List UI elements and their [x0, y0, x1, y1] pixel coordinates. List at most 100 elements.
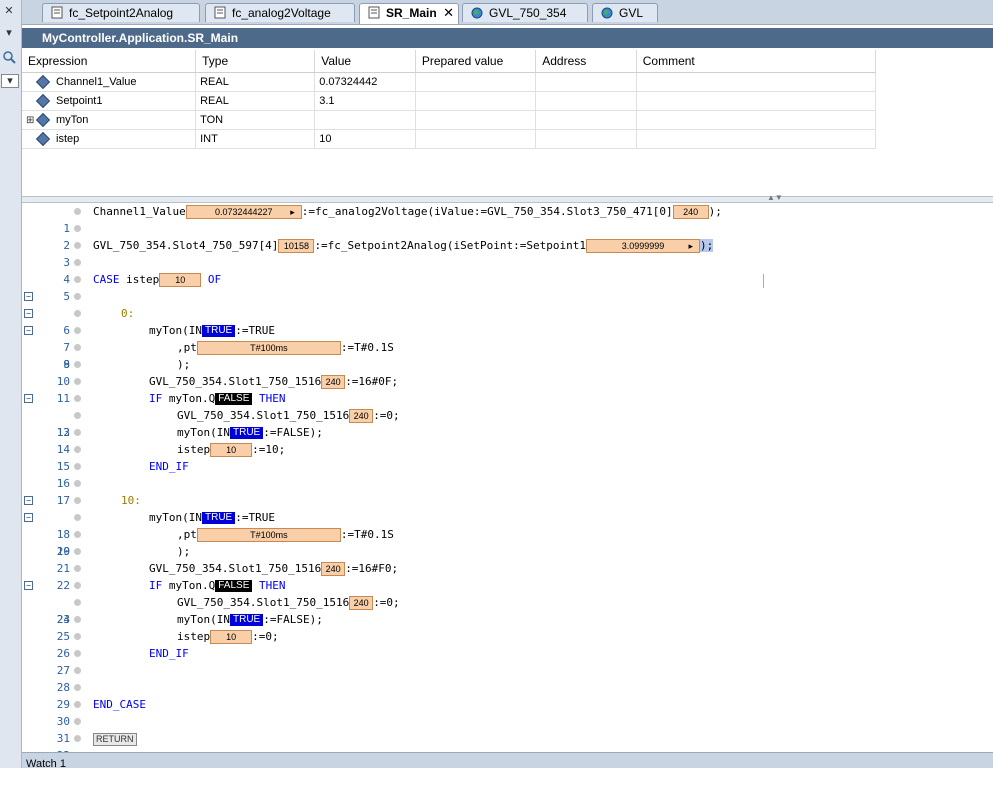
- code-line[interactable]: 2: [22, 220, 993, 252]
- breakpoint-marker[interactable]: [74, 684, 81, 691]
- breakpoint-marker[interactable]: [74, 735, 81, 742]
- code-line[interactable]: − 19 myTon(IN TRUE:=TRUE: [22, 509, 993, 558]
- code-line[interactable]: − 6: [22, 288, 993, 337]
- monitor-value[interactable]: T#100ms: [196, 341, 341, 355]
- breakpoint-marker[interactable]: [74, 701, 81, 708]
- code-line[interactable]: 4: [22, 254, 993, 286]
- breakpoint-marker[interactable]: [74, 531, 81, 538]
- code-line[interactable]: 3 GVL_750_354.Slot4_750_597[4] 10158:=fc_…: [22, 237, 993, 269]
- fold-icon[interactable]: −: [24, 581, 33, 590]
- code-line[interactable]: 28: [22, 662, 993, 694]
- fold-icon[interactable]: −: [24, 292, 33, 301]
- column-header-type[interactable]: Type: [195, 50, 316, 73]
- bool-value-true[interactable]: TRUE: [201, 325, 236, 337]
- breakpoint-marker[interactable]: [74, 293, 81, 300]
- watch-row[interactable]: Channel1_Value REAL 0.07324442: [22, 72, 877, 92]
- monitor-value[interactable]: 240: [321, 562, 346, 576]
- tab-fc-analog2voltage[interactable]: fc_analog2Voltage: [205, 3, 355, 22]
- breakpoint-marker[interactable]: [74, 565, 81, 572]
- code-line[interactable]: − 18 10:: [22, 492, 993, 541]
- code-line[interactable]: 24 GVL_750_354.Slot1_750_1516 240:=0;: [22, 594, 993, 626]
- monitor-value[interactable]: 240: [349, 596, 374, 610]
- breakpoint-marker[interactable]: [74, 378, 81, 385]
- close-icon[interactable]: ✕: [1, 4, 17, 17]
- code-line[interactable]: − 8 myTon(IN TRUE:=TRUE: [22, 322, 993, 371]
- breakpoint-marker[interactable]: [74, 667, 81, 674]
- breakpoint-marker[interactable]: [74, 616, 81, 623]
- close-tab-icon[interactable]: ✕: [443, 4, 454, 22]
- search-icon[interactable]: [1, 50, 17, 67]
- code-line[interactable]: 20 ,pt T#100ms:=T#0.1S: [22, 526, 993, 558]
- fold-icon[interactable]: −: [24, 309, 33, 318]
- bool-value-false[interactable]: FALSE: [215, 393, 253, 405]
- dropdown-icon[interactable]: ▾: [1, 74, 19, 88]
- code-editor[interactable]: 1 Channel1_Value0.0732444227:=fc_analog2…: [22, 203, 993, 762]
- panel-splitter[interactable]: ▲▼: [22, 193, 993, 203]
- bool-value-true[interactable]: TRUE: [229, 614, 264, 626]
- watch-row[interactable]: istep INT 10: [22, 129, 877, 149]
- bool-value-false[interactable]: FALSE: [215, 580, 253, 592]
- code-line[interactable]: 9 ,pt T#100ms:=T#0.1S: [22, 339, 993, 371]
- fold-icon[interactable]: −: [24, 513, 33, 522]
- code-line[interactable]: 26 istep 10:=0;: [22, 628, 993, 660]
- breakpoint-marker[interactable]: [74, 718, 81, 725]
- column-header-prepared-value[interactable]: Prepared value: [415, 50, 537, 73]
- code-line[interactable]: 25 myTon(IN TRUE:=FALSE);: [22, 611, 993, 643]
- code-line[interactable]: 16 END_IF: [22, 458, 993, 490]
- code-line[interactable]: 13 GVL_750_354.Slot1_750_1516 240:=0;: [22, 407, 993, 439]
- chevron-down-icon[interactable]: ▾: [1, 26, 17, 39]
- breakpoint-marker[interactable]: [74, 429, 81, 436]
- monitor-value[interactable]: 3.0999999: [585, 239, 700, 253]
- code-line[interactable]: − 23 IF myTon.Q FALSE THEN: [22, 577, 993, 626]
- bool-value-true[interactable]: TRUE: [229, 427, 264, 439]
- code-line[interactable]: 21 );: [22, 543, 993, 575]
- column-header-expression[interactable]: Expression: [22, 50, 197, 73]
- column-header-address[interactable]: Address: [535, 50, 637, 73]
- watch-row[interactable]: Setpoint1 REAL 3.1: [22, 91, 877, 111]
- splitter-arrows-icon[interactable]: ▲▼: [767, 193, 783, 202]
- code-line[interactable]: 5 CASE istep 10 OF: [22, 271, 993, 303]
- code-line[interactable]: 29: [22, 679, 993, 711]
- tab-sr-main[interactable]: SR_Main ✕: [359, 3, 459, 24]
- tab-gvl-750-354[interactable]: GVL_750_354: [462, 3, 588, 22]
- breakpoint-marker[interactable]: [74, 225, 81, 232]
- monitor-value[interactable]: 10: [159, 273, 202, 287]
- watch-prepared-value[interactable]: [415, 129, 537, 149]
- breakpoint-marker[interactable]: [74, 446, 81, 453]
- code-line[interactable]: 31: [22, 713, 993, 745]
- monitor-value[interactable]: 10: [210, 630, 253, 644]
- code-line[interactable]: 11 GVL_750_354.Slot1_750_1516 240:=16#0F;: [22, 373, 993, 405]
- breakpoint-marker[interactable]: [74, 582, 81, 589]
- code-line[interactable]: 10 );: [22, 356, 993, 388]
- monitor-value[interactable]: 10: [210, 443, 253, 457]
- column-header-comment[interactable]: Comment: [636, 50, 877, 73]
- bool-value-true[interactable]: TRUE: [201, 512, 236, 524]
- breakpoint-marker[interactable]: [74, 480, 81, 487]
- column-header-value[interactable]: Value: [314, 50, 416, 73]
- fold-icon[interactable]: −: [24, 394, 33, 403]
- code-line[interactable]: 30 END_CASE: [22, 696, 993, 728]
- breakpoint-marker[interactable]: [74, 327, 81, 334]
- breakpoint-marker[interactable]: [74, 599, 81, 606]
- code-line[interactable]: − 7 0:: [22, 305, 993, 354]
- breakpoint-marker[interactable]: [74, 361, 81, 368]
- monitor-value[interactable]: 240: [321, 375, 346, 389]
- code-line[interactable]: 32 RETURN: [22, 730, 993, 762]
- code-line[interactable]: 14 myTon(IN TRUE:=FALSE);: [22, 424, 993, 456]
- watch-prepared-value[interactable]: [415, 91, 537, 111]
- breakpoint-marker[interactable]: [74, 650, 81, 657]
- tab-watch-1[interactable]: Watch 1: [26, 758, 66, 770]
- code-line[interactable]: 1 Channel1_Value0.0732444227:=fc_analog2…: [22, 203, 993, 235]
- tab-fc-setpoint2analog[interactable]: fc_Setpoint2Analog: [42, 3, 200, 22]
- breakpoint-marker[interactable]: [74, 276, 81, 283]
- code-line[interactable]: 22 GVL_750_354.Slot1_750_1516 240:=16#F0;: [22, 560, 993, 592]
- monitor-value[interactable]: 10158: [278, 239, 315, 253]
- monitor-value[interactable]: 240: [672, 205, 709, 219]
- breakpoint-marker[interactable]: [74, 412, 81, 419]
- code-line[interactable]: 17: [22, 475, 993, 507]
- breakpoint-marker[interactable]: [74, 514, 81, 521]
- fold-icon[interactable]: −: [24, 326, 33, 335]
- breakpoint-marker[interactable]: [74, 259, 81, 266]
- watch-prepared-value[interactable]: [415, 72, 537, 92]
- breakpoint-marker[interactable]: [74, 310, 81, 317]
